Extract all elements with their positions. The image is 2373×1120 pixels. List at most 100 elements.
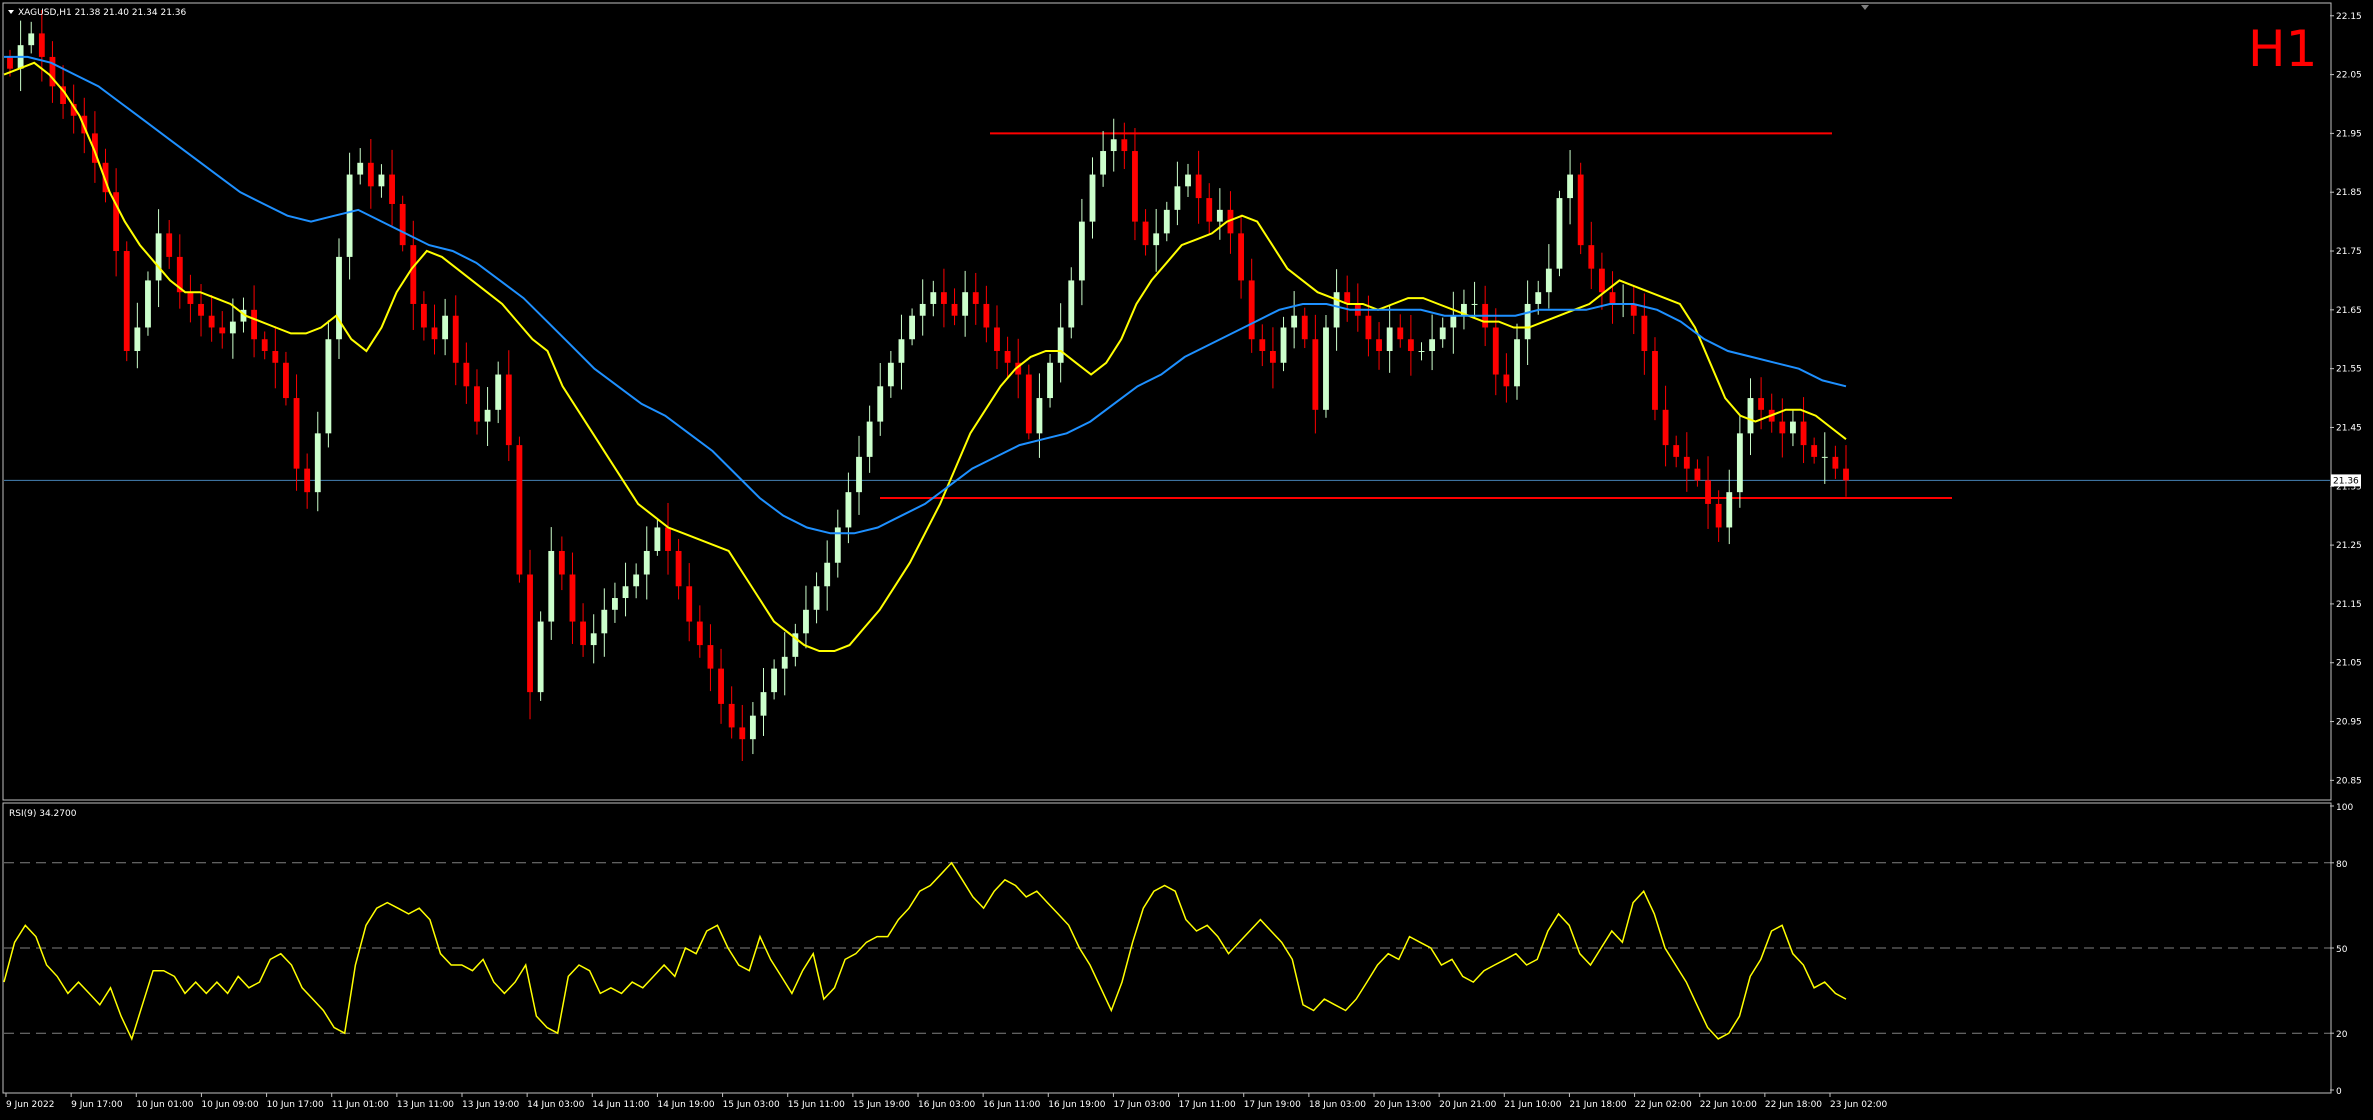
bull-candle-body (1291, 315, 1298, 328)
bull-candle-body (1216, 209, 1223, 222)
bear-candle-body (187, 292, 194, 304)
bull-candle-body (1439, 327, 1446, 340)
bear-candle-body (1609, 292, 1616, 304)
bull-candle-body (1323, 327, 1329, 410)
bull-candle-body (1747, 398, 1754, 434)
bull-candle-body (1726, 492, 1733, 528)
price-tick-label: 21.95 (2336, 129, 2362, 139)
bull-candle-body (1174, 186, 1181, 210)
bear-candle-body (1132, 151, 1138, 222)
time-tick-label: 15 Jun 19:00 (853, 1100, 910, 1110)
bear-candle-body (367, 162, 374, 187)
time-tick-label: 11 Jun 01:00 (332, 1100, 389, 1110)
bull-candle-body (760, 692, 767, 716)
price-tick-label: 22.05 (2336, 71, 2362, 81)
time-tick-label: 10 Jun 17:00 (267, 1100, 324, 1110)
bear-candle-body (166, 233, 173, 257)
time-tick-label: 13 Jun 19:00 (462, 1100, 519, 1110)
bear-candle-body (410, 245, 417, 304)
price-tick-label: 21.75 (2336, 247, 2362, 257)
time-tick-label: 22 Jun 18:00 (1765, 1100, 1822, 1110)
bull-candle-body (845, 492, 852, 528)
bull-candle-body (856, 456, 862, 493)
bull-candle-body (548, 550, 555, 622)
price-tick-label: 21.45 (2336, 423, 2362, 433)
time-tick-label: 16 Jun 03:00 (918, 1100, 975, 1110)
bear-candle-body (569, 574, 576, 622)
bear-candle-body (251, 309, 258, 340)
bear-candle-body (665, 527, 671, 551)
bear-candle-body (1248, 280, 1255, 340)
bear-candle-body (1652, 351, 1658, 410)
bear-candle-body (7, 56, 13, 69)
bear-candle-body (1142, 221, 1149, 246)
bear-candle-body (198, 303, 204, 316)
price-tick-label: 21.65 (2336, 306, 2362, 316)
bear-candle-body (994, 327, 1000, 352)
bull-candle-body (537, 621, 544, 693)
bull-candle-body (1821, 456, 1828, 458)
bear-candle-body (123, 251, 130, 352)
bear-candle-body (389, 174, 395, 204)
bull-candle-body (601, 609, 608, 634)
chart-background (0, 0, 2373, 1116)
bear-candle-body (272, 351, 279, 363)
time-tick-label: 22 Jun 02:00 (1635, 1100, 1692, 1110)
time-tick-label: 21 Jun 10:00 (1504, 1100, 1561, 1110)
bull-candle-body (484, 409, 491, 422)
bear-candle-body (1598, 268, 1605, 293)
bear-candle-body (739, 727, 746, 740)
bear-candle-body (1301, 315, 1308, 340)
bull-candle-body (1450, 315, 1457, 328)
bear-candle-body (420, 303, 427, 328)
bear-candle-body (983, 303, 990, 328)
bear-candle-body (1673, 445, 1680, 457)
bull-candle-body (919, 303, 926, 316)
rsi-tick-label: 80 (2336, 860, 2348, 870)
bull-candle-body (155, 233, 162, 281)
bear-candle-body (1312, 339, 1319, 410)
rsi-tick-label: 50 (2336, 945, 2348, 955)
time-tick-label: 14 Jun 11:00 (592, 1100, 649, 1110)
time-tick-label: 9 Jun 2022 (6, 1100, 54, 1110)
chart-canvas[interactable]: 22.15 22.05 21.95 21.85 21.75 21.65 21.55 21.45… (0, 0, 2373, 1116)
bull-candle-body (1089, 174, 1096, 222)
bear-candle-body (1715, 503, 1722, 528)
bear-candle-body (1800, 421, 1807, 446)
bear-candle-body (1004, 351, 1011, 363)
time-tick-label: 20 Jun 21:00 (1439, 1100, 1496, 1110)
bear-candle-body (1407, 339, 1414, 352)
bear-candle-body (283, 362, 289, 399)
bear-candle-body (399, 203, 406, 246)
bull-candle-body (1736, 433, 1743, 493)
price-tick-label: 21.05 (2336, 659, 2362, 669)
bull-candle-body (1057, 327, 1064, 363)
bull-candle-body (612, 598, 618, 610)
bull-candle-body (643, 550, 650, 575)
bull-candle-body (1471, 303, 1478, 305)
bear-candle-body (675, 550, 682, 587)
price-tick-label: 21.55 (2336, 365, 2362, 375)
bull-candle-body (749, 715, 756, 740)
bear-candle-body (474, 386, 480, 422)
bear-candle-body (1758, 398, 1765, 410)
bull-candle-body (357, 162, 364, 175)
bear-candle-body (304, 468, 311, 493)
bear-candle-body (1365, 315, 1372, 340)
bear-candle-body (1259, 339, 1266, 352)
timeframe-label: H1 (2248, 20, 2317, 78)
bull-candle-body (781, 656, 788, 669)
bull-candle-body (1163, 209, 1170, 234)
time-tick-label: 17 Jun 19:00 (1244, 1100, 1301, 1110)
bear-candle-body (1630, 303, 1637, 316)
bull-candle-body (909, 315, 915, 340)
bear-candle-body (1843, 468, 1849, 481)
bull-candle-body (1790, 421, 1796, 434)
bear-candle-body (431, 327, 438, 340)
bull-candle-body (1185, 174, 1191, 187)
bull-candle-body (495, 374, 502, 410)
time-tick-label: 21 Jun 18:00 (1569, 1100, 1626, 1110)
bear-candle-body (728, 703, 735, 728)
price-tick-label: 20.85 (2336, 776, 2362, 786)
chart-window[interactable]: 22.15 22.05 21.95 21.85 21.75 21.65 21.55 21.45… (0, 0, 2373, 1116)
